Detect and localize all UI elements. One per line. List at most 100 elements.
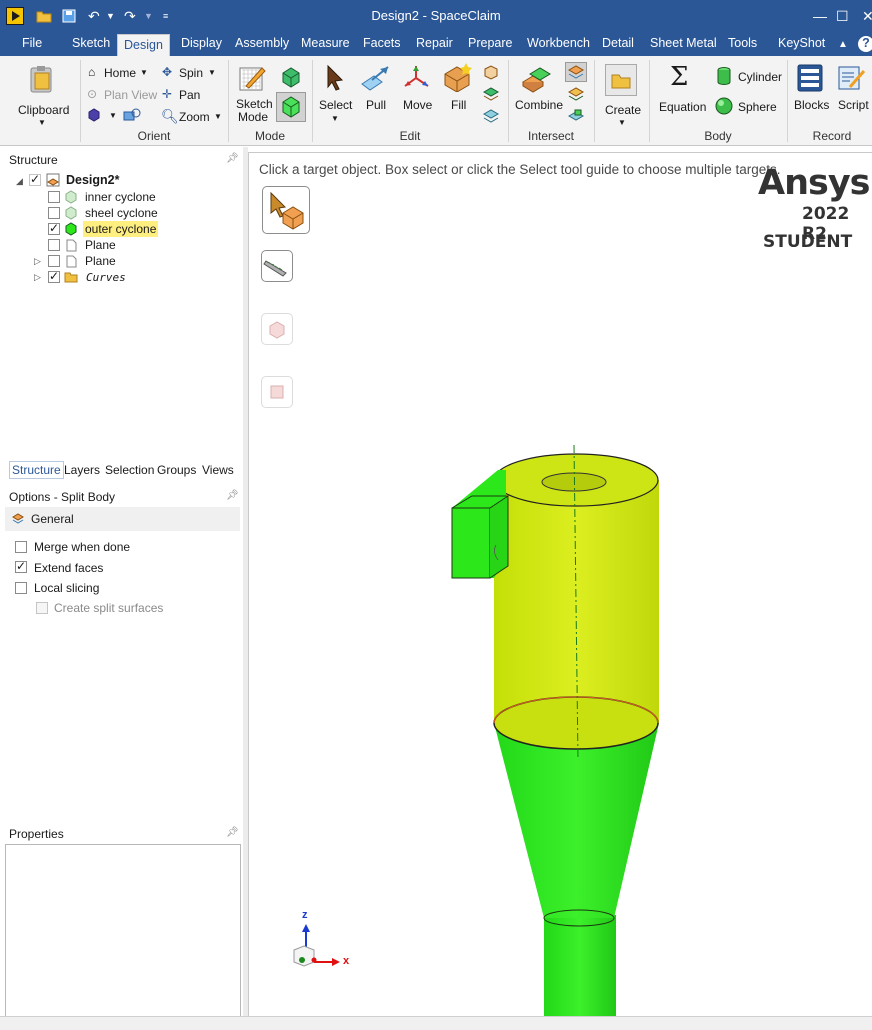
- move-icon[interactable]: [402, 64, 432, 92]
- tab-display[interactable]: Display: [181, 36, 222, 50]
- select-cutter-guide[interactable]: [261, 250, 293, 282]
- script-icon[interactable]: [836, 63, 866, 93]
- tab-prepare[interactable]: Prepare: [468, 36, 512, 50]
- tree-item-outer-cyclone[interactable]: outer cyclone: [83, 221, 159, 237]
- edit-tool-3-icon[interactable]: [482, 108, 500, 124]
- split-body-button[interactable]: [565, 62, 587, 82]
- tab-design[interactable]: Design: [117, 34, 170, 56]
- fill-icon[interactable]: [442, 62, 474, 92]
- clipboard-button[interactable]: Clipboard: [18, 103, 69, 117]
- tab-groups[interactable]: Groups: [157, 463, 196, 477]
- sphere-button[interactable]: Sphere: [738, 100, 777, 114]
- view-cube-icon[interactable]: [87, 108, 101, 122]
- tab-workbench[interactable]: Workbench: [527, 36, 590, 50]
- curves-checkbox[interactable]: [48, 269, 60, 283]
- home-icon[interactable]: ⌂: [88, 65, 95, 79]
- pull-icon[interactable]: [360, 64, 390, 92]
- outer-cyclone-checkbox[interactable]: [48, 221, 60, 235]
- tab-facets[interactable]: Facets: [363, 36, 401, 50]
- extend-faces-checkbox[interactable]: [15, 559, 27, 573]
- combine-icon[interactable]: [520, 64, 554, 94]
- tab-detail[interactable]: Detail: [602, 36, 634, 50]
- cylinder-icon[interactable]: [716, 66, 732, 86]
- tab-views[interactable]: Views: [202, 463, 234, 477]
- select-dropdown-icon[interactable]: ▼: [331, 114, 339, 123]
- sheel-cyclone-checkbox[interactable]: [48, 207, 60, 219]
- tab-sketch[interactable]: Sketch: [72, 36, 110, 50]
- intersect-tool-2-icon[interactable]: [567, 86, 585, 102]
- spin-icon[interactable]: ✥: [162, 65, 172, 79]
- select-target-guide[interactable]: [262, 186, 310, 234]
- combine-button[interactable]: Combine: [515, 98, 563, 112]
- pan-icon[interactable]: ✛: [162, 87, 172, 101]
- equation-icon[interactable]: Σ: [670, 62, 688, 92]
- options-section-header[interactable]: General: [5, 507, 240, 531]
- zoom-button[interactable]: Zoom: [179, 110, 210, 124]
- sphere-icon[interactable]: [714, 96, 734, 116]
- tree-item-sheel-cyclone[interactable]: sheel cyclone: [85, 205, 158, 221]
- intersect-tool-3-icon[interactable]: [567, 108, 585, 124]
- spin-button[interactable]: Spin: [179, 66, 203, 80]
- root-visibility-checkbox[interactable]: [29, 172, 41, 186]
- home-button[interactable]: Home: [104, 66, 136, 80]
- tree-item-curves[interactable]: Curves: [86, 269, 126, 285]
- tab-measure[interactable]: Measure: [301, 36, 350, 50]
- pan-button[interactable]: Pan: [179, 88, 200, 102]
- tab-sheet-metal[interactable]: Sheet Metal: [650, 36, 717, 50]
- display-options-icon[interactable]: [123, 108, 141, 122]
- cylinder-button[interactable]: Cylinder: [738, 70, 782, 84]
- minimize-icon[interactable]: —: [813, 8, 827, 24]
- tab-layers[interactable]: Layers: [64, 463, 100, 477]
- select-button[interactable]: Select: [319, 98, 352, 112]
- tab-selection[interactable]: Selection: [105, 463, 154, 477]
- expand-icon[interactable]: ▷: [34, 272, 41, 283]
- cyclone-model[interactable]: [448, 440, 668, 1016]
- section-mode-icon[interactable]: [280, 66, 302, 88]
- tab-structure[interactable]: Structure: [9, 461, 64, 479]
- maximize-icon[interactable]: ☐: [836, 8, 849, 25]
- pull-button[interactable]: Pull: [366, 98, 386, 112]
- tree-item-plane-2[interactable]: Plane: [85, 253, 116, 269]
- script-button[interactable]: Script: [838, 98, 869, 112]
- plane-1-checkbox[interactable]: [48, 239, 60, 251]
- create-icon[interactable]: [605, 64, 637, 96]
- inner-cyclone-checkbox[interactable]: [48, 191, 60, 203]
- edit-tool-1-icon[interactable]: [482, 64, 500, 80]
- blocks-button[interactable]: Blocks: [794, 98, 829, 112]
- select-icon[interactable]: [322, 64, 348, 92]
- clipboard-icon[interactable]: [26, 64, 56, 94]
- tab-assembly[interactable]: Assembly: [235, 36, 289, 50]
- edit-tool-2-icon[interactable]: [482, 86, 500, 102]
- zoom-dropdown-icon[interactable]: ▼: [214, 112, 222, 121]
- close-icon[interactable]: ✕: [862, 8, 872, 25]
- tab-keyshot[interactable]: KeyShot: [778, 36, 825, 50]
- clipboard-dropdown-icon[interactable]: ▼: [38, 118, 46, 127]
- tab-file[interactable]: File: [22, 36, 42, 50]
- help-icon[interactable]: ?: [858, 36, 872, 52]
- 3d-mode-button[interactable]: [276, 92, 306, 122]
- create-dropdown-icon[interactable]: ▼: [618, 118, 626, 127]
- zoom-icon[interactable]: 🔍︎: [161, 108, 179, 125]
- view-dropdown-icon[interactable]: ▼: [109, 111, 117, 120]
- tree-item-plane-1[interactable]: Plane: [85, 237, 116, 253]
- pin-icon[interactable]: 📌︎: [226, 153, 239, 164]
- equation-button[interactable]: Equation: [659, 100, 706, 114]
- pin-icon[interactable]: 📌︎: [226, 490, 239, 501]
- move-button[interactable]: Move: [403, 98, 432, 112]
- blocks-icon[interactable]: [796, 63, 824, 93]
- tree-root-label[interactable]: Design2*: [66, 172, 120, 188]
- spin-dropdown-icon[interactable]: ▼: [208, 68, 216, 77]
- create-button[interactable]: Create: [605, 103, 641, 117]
- sketch-mode-button[interactable]: Sketch Mode: [236, 98, 273, 124]
- fill-button[interactable]: Fill: [451, 98, 466, 112]
- local-slicing-checkbox[interactable]: [15, 582, 27, 594]
- tab-repair[interactable]: Repair: [416, 36, 453, 50]
- home-dropdown-icon[interactable]: ▼: [140, 68, 148, 77]
- pin-icon[interactable]: 📌︎: [226, 827, 239, 838]
- expand-icon[interactable]: ▷: [34, 256, 41, 267]
- plane-2-checkbox[interactable]: [48, 255, 60, 267]
- merge-when-done-checkbox[interactable]: [15, 541, 27, 553]
- sketch-mode-icon[interactable]: [238, 64, 266, 92]
- collapse-ribbon-icon[interactable]: ▲: [838, 39, 848, 50]
- tab-tools[interactable]: Tools: [728, 36, 757, 50]
